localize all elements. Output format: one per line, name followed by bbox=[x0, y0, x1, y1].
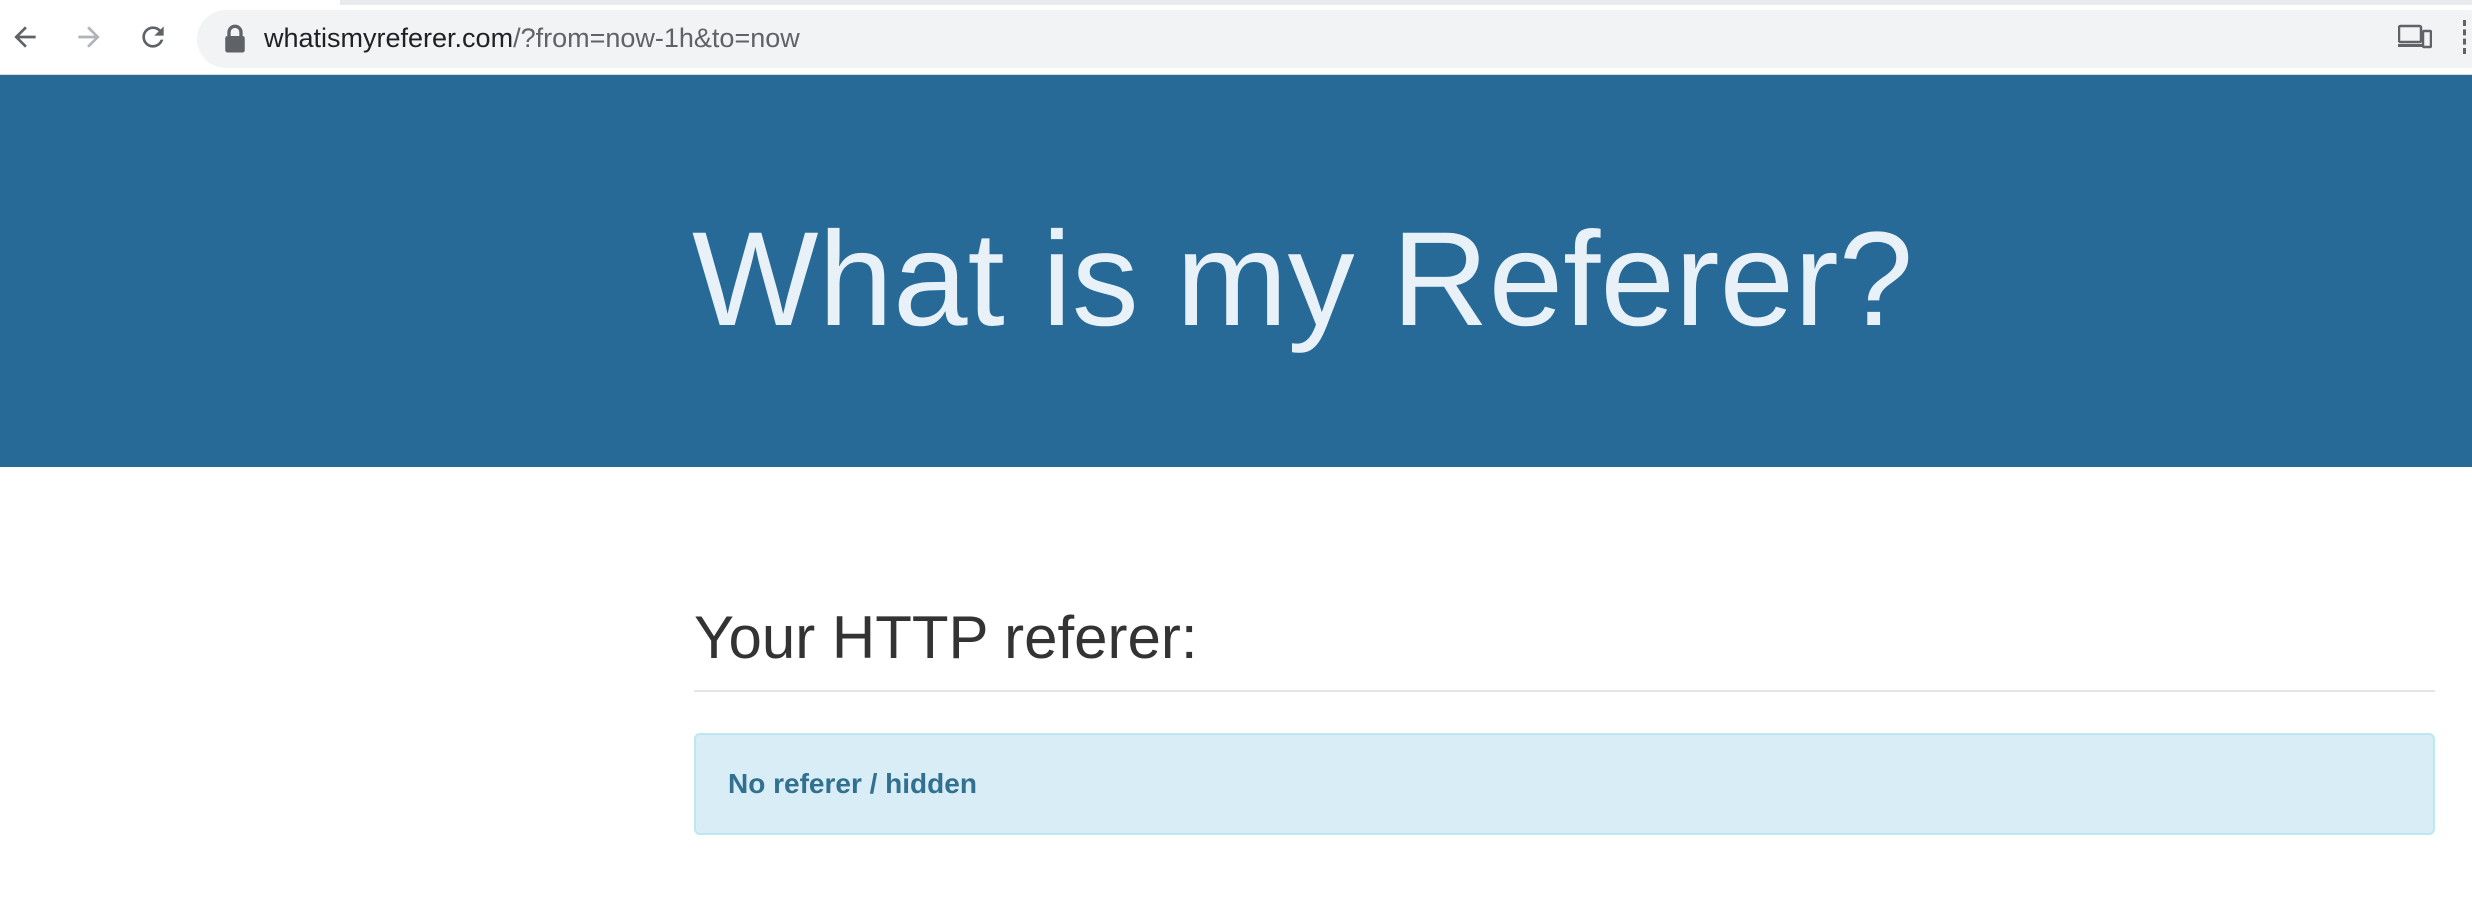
cast-device-icon[interactable] bbox=[2398, 22, 2432, 52]
forward-arrow-icon bbox=[78, 26, 100, 48]
browser-toolbar: whatismyreferer.com/?from=now-1h&to=now bbox=[0, 0, 2472, 75]
url-path: /?from=now-1h&to=now bbox=[513, 23, 800, 53]
reload-icon bbox=[142, 26, 164, 48]
referer-alert: No referer / hidden bbox=[694, 733, 2435, 835]
section-title: Your HTTP referer: bbox=[694, 604, 1198, 671]
page-title: What is my Referer? bbox=[692, 205, 1914, 354]
reload-button[interactable] bbox=[128, 12, 178, 62]
section-divider bbox=[694, 690, 2435, 692]
lock-icon[interactable] bbox=[223, 24, 247, 54]
url-host: whatismyreferer.com bbox=[264, 23, 514, 53]
extension-icon[interactable] bbox=[2463, 20, 2472, 54]
forward-button[interactable] bbox=[64, 12, 114, 62]
referer-value: No referer / hidden bbox=[728, 768, 977, 799]
back-arrow-icon bbox=[14, 26, 36, 48]
tab-strip-edge bbox=[340, 0, 2472, 5]
back-button[interactable] bbox=[0, 12, 50, 62]
url-text[interactable]: whatismyreferer.com/?from=now-1h&to=now bbox=[264, 20, 800, 56]
